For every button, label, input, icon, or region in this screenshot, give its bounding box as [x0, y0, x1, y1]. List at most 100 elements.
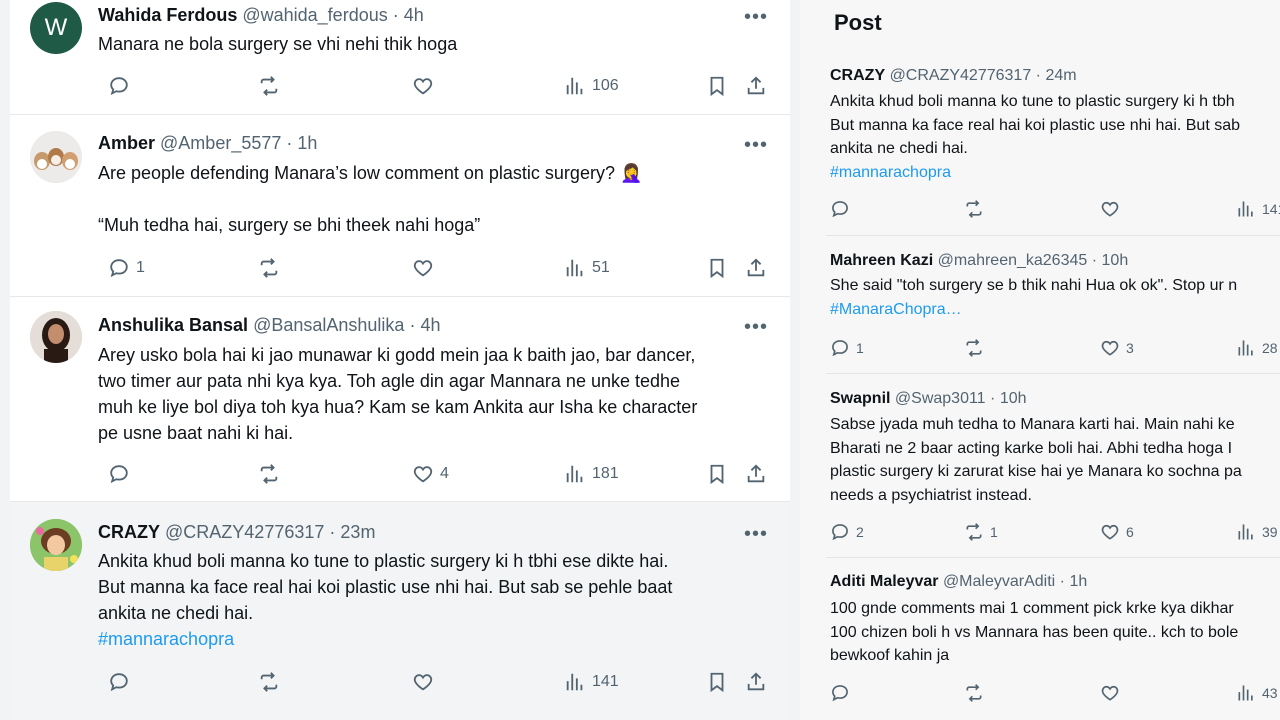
more-options-icon[interactable]: ••• [744, 524, 768, 544]
heart-icon [1101, 340, 1119, 356]
views-button[interactable]: 51 [564, 256, 610, 280]
reply-button[interactable] [830, 198, 850, 220]
author-handle[interactable]: @MaleyvarAditi [943, 573, 1055, 590]
reply-button[interactable] [830, 682, 850, 704]
repost-button[interactable] [258, 256, 280, 280]
tweet-text: Arey usko bola hai ki jao munawar ki god… [98, 345, 698, 443]
reply-tweet[interactable]: Swapnil @Swap3011 · 10h Sabse jyada muh … [826, 374, 1280, 558]
tweet-header: Mahreen Kazi @mahreen_ka26345 · 10h [830, 252, 1129, 269]
hashtag-link[interactable]: #mannarachopra [98, 626, 768, 652]
author-name[interactable]: Anshulika Bansal [98, 315, 248, 335]
views-icon [566, 673, 583, 691]
repost-icon [260, 464, 278, 484]
heart-icon [1101, 524, 1119, 540]
heart-icon [413, 466, 433, 483]
repost-button[interactable] [964, 198, 984, 220]
timestamp[interactable]: 10h [1000, 390, 1027, 407]
view-count: 39 [1262, 524, 1278, 540]
hashtag-link[interactable]: #mannarachopra [830, 161, 1280, 185]
reply-tweet[interactable]: Mahreen Kazi @mahreen_ka26345 · 10h She … [826, 236, 1280, 374]
avatar[interactable] [30, 519, 82, 571]
author-name[interactable]: Wahida Ferdous [98, 5, 237, 25]
author-handle[interactable]: @CRAZY42776317 [890, 67, 1032, 84]
views-button[interactable]: 106 [564, 74, 619, 98]
avatar[interactable] [30, 311, 82, 363]
tweet[interactable]: Amber @Amber_5577 · 1h ••• Are people de… [10, 115, 790, 297]
author-name[interactable]: CRAZY [98, 522, 160, 542]
bookmark-button[interactable] [706, 462, 728, 486]
reply-button[interactable]: 1 [108, 256, 145, 280]
share-icon [747, 258, 765, 277]
timestamp[interactable]: 4h [420, 315, 440, 335]
reply-tweet[interactable]: Aditi Maleyvar @MaleyvarAditi · 1h 100 g… [826, 558, 1280, 720]
more-options-icon[interactable]: ••• [744, 135, 768, 155]
like-button[interactable] [412, 670, 434, 694]
timestamp[interactable]: 23m [340, 522, 375, 542]
timestamp[interactable]: 1h [1069, 573, 1087, 590]
reply-button[interactable] [108, 462, 130, 486]
like-button[interactable] [1100, 682, 1120, 704]
share-button[interactable] [745, 74, 767, 98]
repost-button[interactable] [258, 670, 280, 694]
repost-button[interactable] [964, 682, 984, 704]
author-handle[interactable]: @mahreen_ka26345 [938, 252, 1088, 269]
author-name[interactable]: Amber [98, 133, 155, 153]
reply-button[interactable]: 1 [830, 337, 864, 359]
author-handle[interactable]: @Swap3011 [895, 390, 986, 407]
author-name[interactable]: Swapnil [830, 390, 890, 407]
views-button[interactable]: 28 [1236, 337, 1278, 359]
repost-button[interactable] [258, 74, 280, 98]
timestamp[interactable]: 10h [1102, 252, 1129, 269]
bookmark-button[interactable] [706, 256, 728, 280]
tweet[interactable]: W Wahida Ferdous @wahida_ferdous · 4h ••… [10, 0, 790, 115]
views-button[interactable]: 181 [564, 462, 619, 486]
views-button[interactable]: 43 [1236, 682, 1278, 704]
repost-icon [966, 339, 982, 357]
like-button[interactable]: 4 [412, 462, 449, 486]
avatar-image [30, 519, 82, 571]
author-handle[interactable]: @Amber_5577 [160, 133, 281, 153]
repost-button[interactable]: 1 [964, 521, 998, 543]
views-button[interactable]: 39 [1236, 521, 1278, 543]
avatar[interactable] [30, 131, 82, 183]
tweet-text: She said "toh surgery se b thik nahi Hua… [830, 274, 1280, 321]
views-button[interactable]: 141 [1236, 198, 1280, 220]
tweet[interactable]: Anshulika Bansal @BansalAnshulika · 4h •… [10, 297, 790, 502]
like-button[interactable] [412, 256, 434, 280]
more-options-icon[interactable]: ••• [744, 317, 768, 337]
author-name[interactable]: Aditi Maleyvar [830, 573, 938, 590]
timestamp[interactable]: 24m [1045, 67, 1076, 84]
like-button[interactable] [412, 74, 434, 98]
bookmark-button[interactable] [706, 74, 728, 98]
tweet-actions: 1 51 [98, 256, 770, 280]
repost-button[interactable] [258, 462, 280, 486]
tweet-actions: 43 [830, 682, 1280, 704]
author-handle[interactable]: @BansalAnshulika [253, 315, 404, 335]
author-name[interactable]: Mahreen Kazi [830, 252, 933, 269]
share-button[interactable] [745, 670, 767, 694]
author-handle[interactable]: @CRAZY42776317 [165, 522, 324, 542]
reply-tweet[interactable]: CRAZY @CRAZY42776317 · 24m Ankita khud b… [826, 58, 1280, 236]
hashtag-link[interactable]: #ManaraChopra… [830, 298, 1280, 322]
timestamp[interactable]: 4h [404, 5, 424, 25]
reply-icon [110, 673, 128, 692]
tweet[interactable]: CRAZY @CRAZY42776317 · 23m ••• Ankita kh… [10, 502, 790, 720]
share-button[interactable] [745, 462, 767, 486]
author-name[interactable]: CRAZY [830, 67, 885, 84]
like-button[interactable]: 3 [1100, 337, 1134, 359]
bookmark-button[interactable] [706, 670, 728, 694]
author-handle[interactable]: @wahida_ferdous [242, 5, 387, 25]
reply-button[interactable]: 2 [830, 521, 864, 543]
view-count: 28 [1262, 340, 1278, 356]
more-options-icon[interactable]: ••• [744, 7, 768, 27]
avatar[interactable]: W [30, 2, 82, 54]
share-button[interactable] [745, 256, 767, 280]
reply-button[interactable] [108, 74, 130, 98]
views-button[interactable]: 141 [564, 670, 619, 694]
timestamp[interactable]: 1h [297, 133, 317, 153]
like-button[interactable]: 6 [1100, 521, 1134, 543]
tweet-header: Anshulika Bansal @BansalAnshulika · 4h [98, 315, 441, 335]
reply-button[interactable] [108, 670, 130, 694]
repost-button[interactable] [964, 337, 984, 359]
like-button[interactable] [1100, 198, 1120, 220]
